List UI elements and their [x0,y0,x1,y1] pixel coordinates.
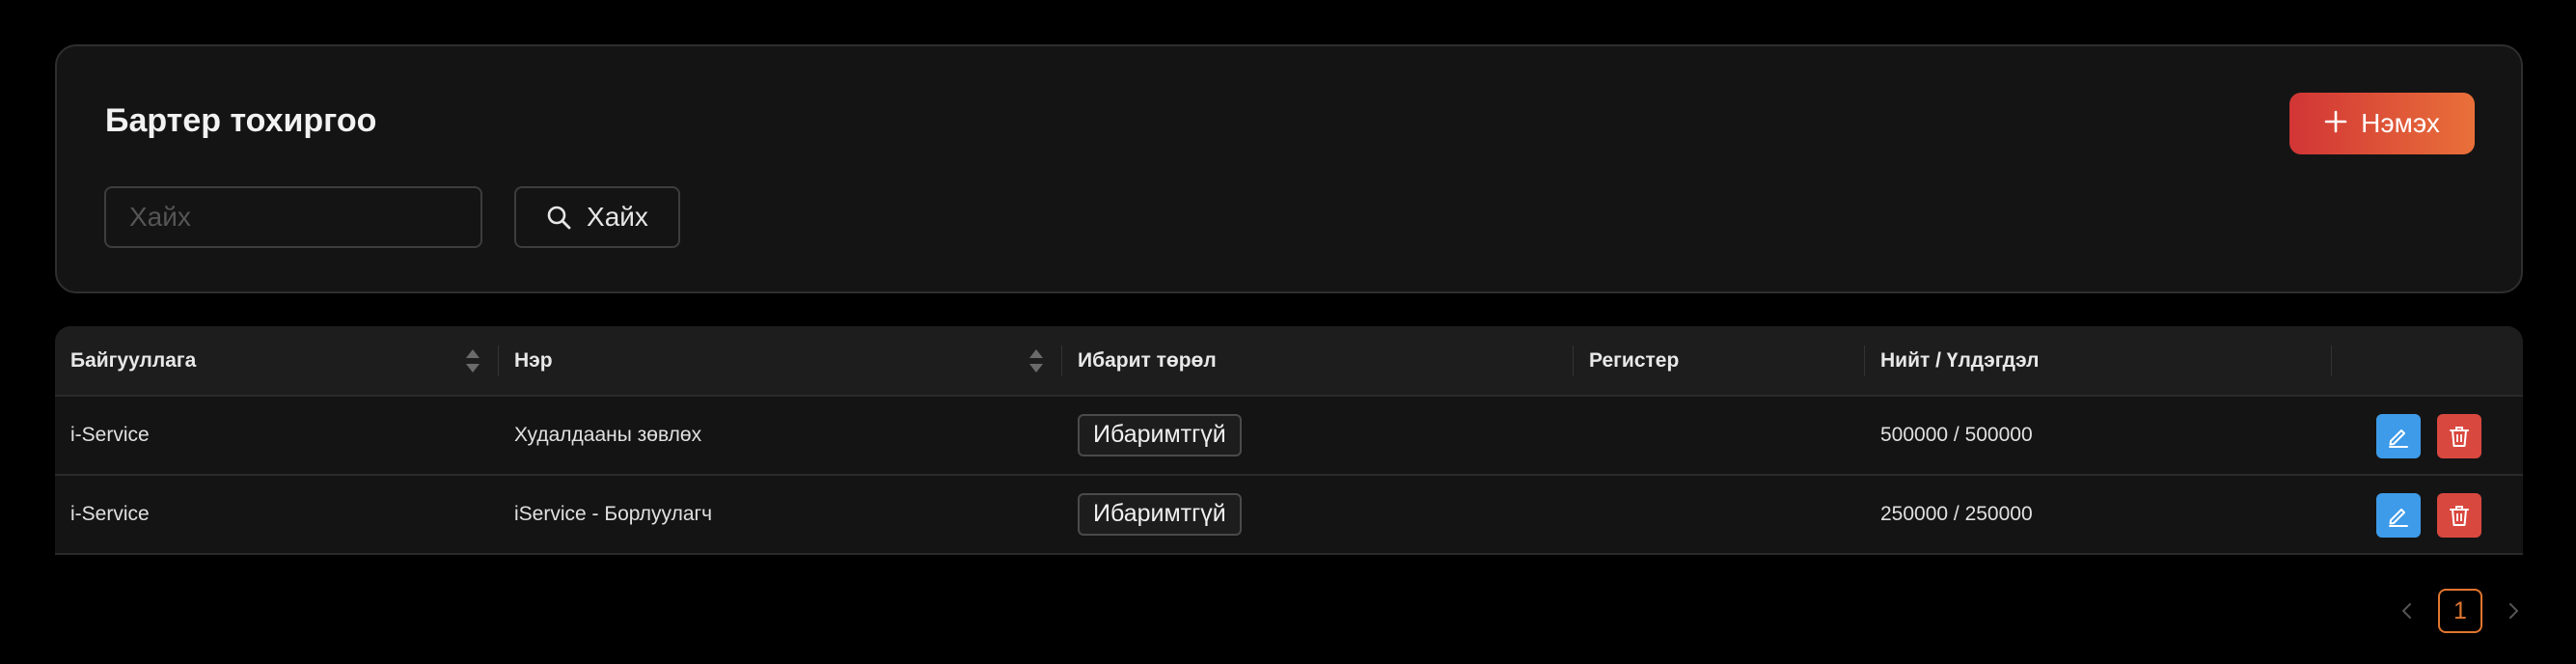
column-label: Байгууллага [70,348,197,372]
cell-name: Худалдааны зөвлөх [514,424,702,446]
column-header-total-balance: Нийт / Үлдэгдэл [1865,326,2332,395]
search-input[interactable] [104,186,482,248]
column-header-actions [2332,326,2523,395]
add-button-label: Нэмэх [2361,108,2440,138]
page: Бартер тохиргоо Нэмэх Хайх Байгуу [0,0,2576,664]
column-label: Нийт / Үлдэгдэл [1880,348,2040,372]
table-row: i-Service iService - Борлуулагч Ибаримтг… [55,476,2523,555]
cell-organization: i-Service [70,503,150,525]
cell-name: iService - Борлуулагч [514,503,713,525]
sort-icon[interactable] [1027,346,1046,376]
table-row: i-Service Худалдааны зөвлөх Ибаримтгүй 5… [55,397,2523,476]
edit-button[interactable] [2376,493,2421,538]
next-page-button[interactable] [2500,589,2527,633]
page-title: Бартер тохиргоо [105,102,377,139]
search-button-label: Хайх [587,202,648,232]
delete-button[interactable] [2437,414,2481,458]
delete-button[interactable] [2437,493,2481,538]
column-label: Регистер [1589,348,1680,372]
column-header-organization[interactable]: Байгууллага [55,326,499,395]
edit-icon [2389,429,2408,448]
edit-icon [2389,509,2408,527]
sort-icon[interactable] [463,346,482,376]
header-card: Бартер тохиргоо Нэмэх Хайх [55,44,2523,293]
trash-icon [2450,427,2469,447]
column-header-type: Ибарит төрөл [1062,326,1574,395]
pagination: 1 [2394,589,2527,633]
column-header-register: Регистер [1574,326,1865,395]
type-tag: Ибаримтгүй [1078,414,1242,456]
cell-total-balance: 500000 / 500000 [1880,424,2033,446]
cell-organization: i-Service [70,424,150,446]
table-header: Байгууллага Нэр Ибарит төрөл Регистер Ни… [55,326,2523,397]
search-button[interactable]: Хайх [514,186,680,248]
column-label: Нэр [514,348,553,372]
type-tag: Ибаримтгүй [1078,493,1242,536]
add-button[interactable]: Нэмэх [2289,93,2475,154]
cell-type: Ибаримтгүй [1062,397,1574,474]
trash-icon [2450,506,2469,526]
cell-register [1574,397,1865,474]
page-number-current[interactable]: 1 [2438,589,2482,633]
cell-type: Ибаримтгүй [1062,476,1574,553]
plus-icon [2324,104,2347,139]
column-header-name[interactable]: Нэр [499,326,1062,395]
column-label: Ибарит төрөл [1078,348,1217,372]
barter-table: Байгууллага Нэр Ибарит төрөл Регистер Ни… [55,326,2523,558]
cell-total-balance: 250000 / 250000 [1880,503,2033,525]
edit-button[interactable] [2376,414,2421,458]
prev-page-button[interactable] [2394,589,2421,633]
cell-register [1574,476,1865,553]
search-icon [546,205,571,230]
chevron-right-icon [2509,603,2518,619]
chevron-left-icon [2402,603,2411,619]
